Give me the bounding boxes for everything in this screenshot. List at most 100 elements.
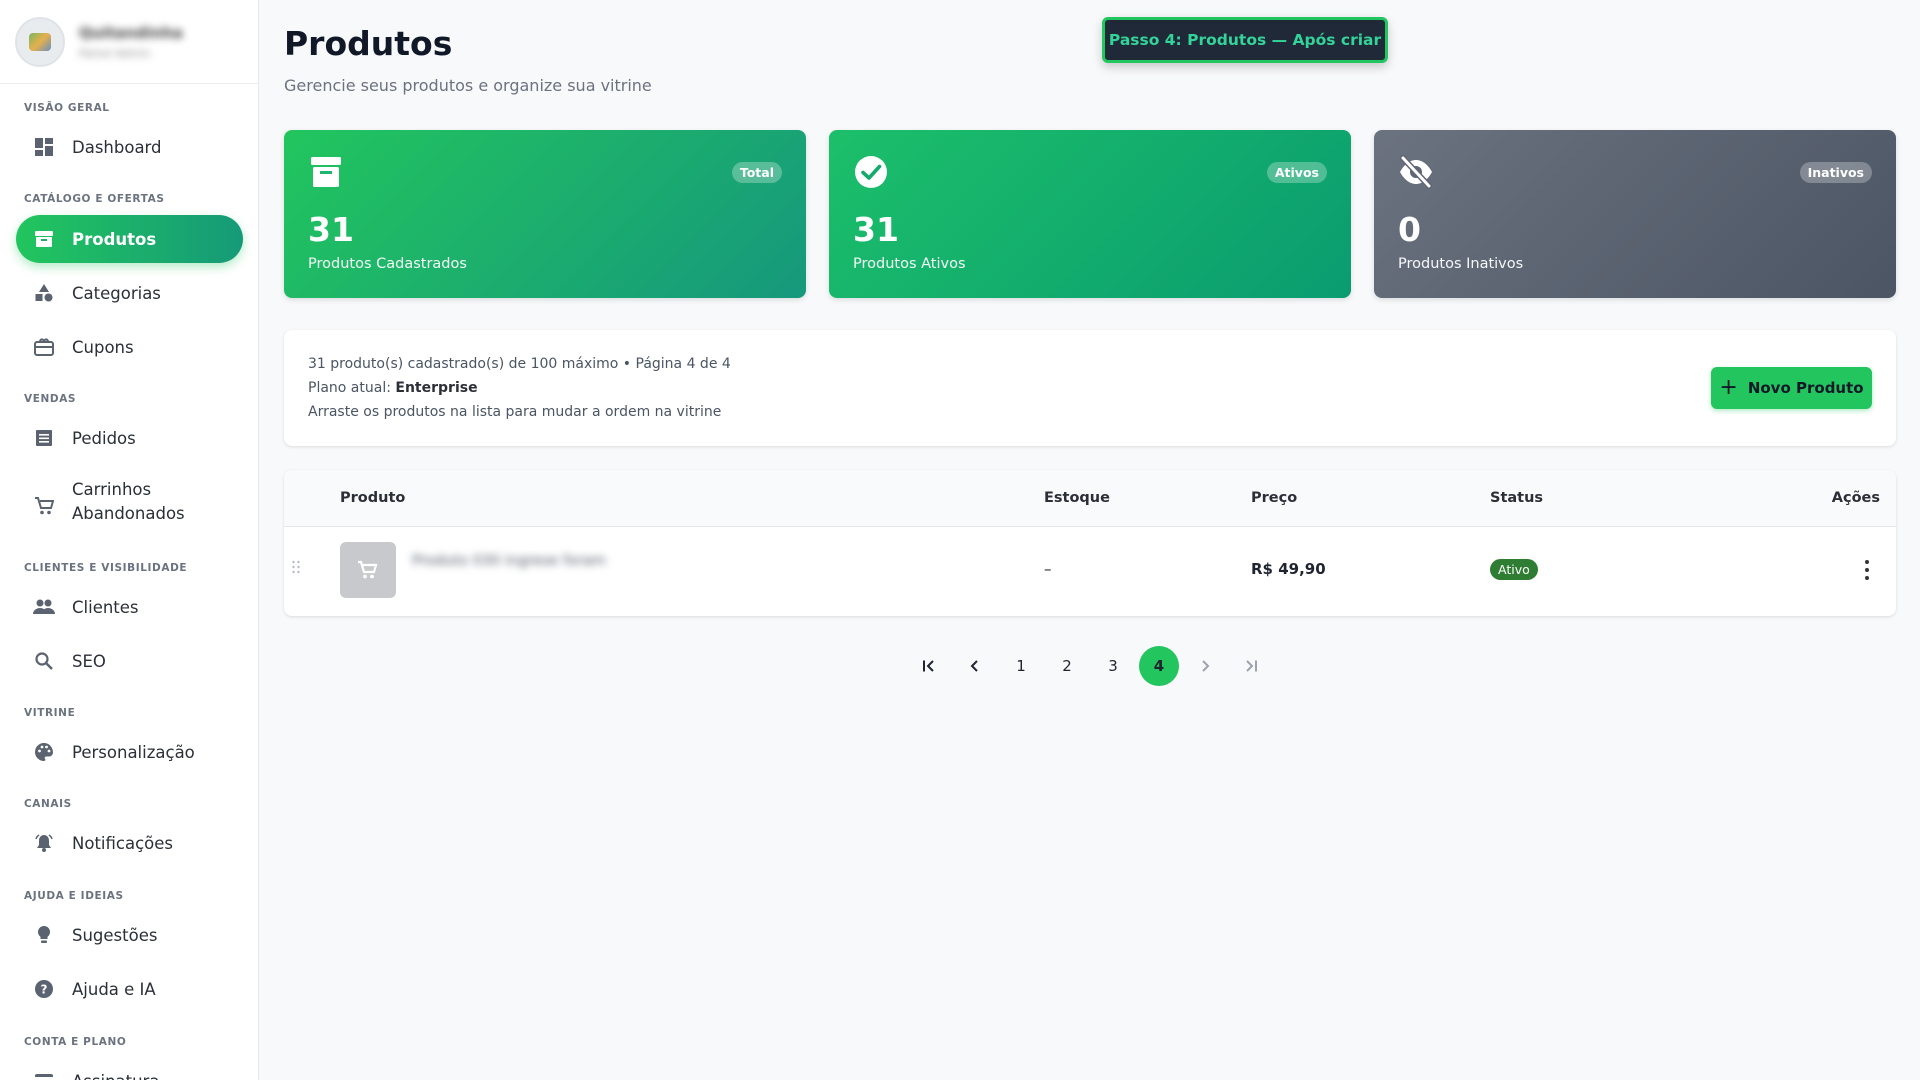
store-name: Quitandinha <box>79 23 183 42</box>
store-logo <box>29 32 51 51</box>
status-badge: Ativo <box>1490 559 1538 580</box>
sidebar-item-subscription[interactable]: Assinatura <box>16 1058 243 1080</box>
sidebar-item-help-ai[interactable]: ? Ajuda e IA <box>16 966 243 1012</box>
product-name[interactable]: Produto 030 ingrese foram <box>412 553 606 569</box>
section-title-help: AJUDA E IDEIAS <box>24 890 124 902</box>
stat-value: 31 <box>308 210 354 249</box>
sidebar-item-personalization[interactable]: Personalização <box>16 729 243 775</box>
stat-card-total: Total 31 Produtos Cadastrados <box>284 130 806 298</box>
first-page-icon <box>923 660 934 672</box>
palette-icon <box>32 740 56 764</box>
drag-handle-icon[interactable] <box>291 560 301 574</box>
page-button-4[interactable]: 4 <box>1139 646 1179 686</box>
sidebar-item-label: Sugestões <box>72 925 158 945</box>
archive-icon <box>32 227 56 251</box>
check-circle-icon <box>855 156 887 188</box>
next-page-button[interactable] <box>1185 646 1225 686</box>
sidebar-item-label: SEO <box>72 651 106 671</box>
column-header-actions: Ações <box>1831 490 1880 506</box>
last-page-button[interactable] <box>1231 646 1271 686</box>
sidebar-item-dashboard[interactable]: Dashboard <box>16 124 243 170</box>
product-thumbnail[interactable] <box>340 542 396 598</box>
lightbulb-icon <box>32 923 56 947</box>
page-button-1[interactable]: 1 <box>1001 646 1041 686</box>
stat-label: Produtos Ativos <box>853 256 966 272</box>
column-header-price[interactable]: Preço <box>1251 490 1297 506</box>
stat-badge: Total <box>731 162 782 183</box>
sidebar-item-categories[interactable]: Categorias <box>16 270 243 316</box>
last-page-icon <box>1246 660 1257 672</box>
section-title-overview: VISÃO GERAL <box>24 102 110 114</box>
products-table: Produto Estoque Preço Status Ações Produ… <box>284 470 1896 616</box>
product-stock: – <box>1044 560 1052 578</box>
section-title-sales: VENDAS <box>24 393 77 405</box>
sidebar-item-products[interactable]: Produtos <box>16 215 243 263</box>
page-button-2[interactable]: 2 <box>1047 646 1087 686</box>
column-header-status[interactable]: Status <box>1490 490 1543 506</box>
sidebar-item-label: Abandonados <box>72 504 185 523</box>
sidebar-item-label: Carrinhos <box>72 480 152 499</box>
sidebar-item-label: Notificações <box>72 833 173 853</box>
sidebar-item-label: Dashboard <box>72 137 162 157</box>
stat-label: Produtos Inativos <box>1398 256 1524 272</box>
store-avatar[interactable] <box>15 16 65 67</box>
sidebar-item-label: Categorias <box>72 283 161 303</box>
column-header-stock[interactable]: Estoque <box>1044 490 1110 506</box>
dashboard-icon <box>32 135 56 159</box>
sidebar-item-label: Produtos <box>72 229 157 249</box>
store-subtitle: Painel Admin <box>79 46 151 60</box>
table-header: Produto Estoque Preço Status Ações <box>284 470 1896 527</box>
sidebar-item-orders[interactable]: Pedidos <box>16 415 243 461</box>
stat-badge: Inativos <box>1799 162 1872 183</box>
sidebar-item-notifications[interactable]: Notificações <box>16 820 243 866</box>
step-banner: Passo 4: Produtos — Após criar <box>1102 17 1388 63</box>
sidebar-item-abandoned-carts[interactable]: Carrinhos Abandonados <box>16 478 243 534</box>
more-actions-icon[interactable] <box>1864 560 1870 580</box>
sidebar-item-label: Clientes <box>72 597 139 617</box>
section-title-showcase: VITRINE <box>24 707 76 719</box>
plan-value: Enterprise <box>395 380 478 396</box>
page-subtitle: Gerencie seus produtos e organize sua vi… <box>284 76 652 95</box>
section-title-account: CONTA E PLANO <box>24 1036 127 1048</box>
sidebar-item-label: Cupons <box>72 337 134 357</box>
product-count-info: 31 produto(s) cadastrado(s) de 100 máxim… <box>308 356 731 372</box>
pagination: 1 2 3 4 <box>284 646 1896 686</box>
sidebar-item-clients[interactable]: Clientes <box>16 584 243 630</box>
sidebar-item-suggestions[interactable]: Sugestões <box>16 912 243 958</box>
sidebar-item-label: Assinatura <box>72 1072 159 1080</box>
first-page-button[interactable] <box>909 646 949 686</box>
section-title-catalog: CATÁLOGO E OFERTAS <box>24 193 165 205</box>
new-product-label: Novo Produto <box>1747 379 1864 397</box>
sidebar-item-coupons[interactable]: Cupons <box>16 324 243 370</box>
eye-off-icon <box>1400 155 1432 189</box>
chevron-right-icon <box>1202 660 1210 672</box>
prev-page-button[interactable] <box>955 646 995 686</box>
sidebar-item-label: Pedidos <box>72 428 136 448</box>
sidebar-item-label: Personalização <box>72 742 195 762</box>
column-header-product[interactable]: Produto <box>340 490 405 506</box>
new-product-button[interactable]: + Novo Produto <box>1711 367 1872 409</box>
section-title-channels: CANAIS <box>24 798 72 810</box>
info-panel: 31 produto(s) cadastrado(s) de 100 máxim… <box>284 330 1896 446</box>
page-title: Produtos <box>284 24 453 63</box>
stat-value: 31 <box>853 210 899 249</box>
gift-card-icon <box>32 335 56 359</box>
search-icon <box>32 649 56 673</box>
cart-icon <box>358 560 378 579</box>
cart-icon <box>32 494 56 518</box>
product-price: R$ 49,90 <box>1251 560 1326 578</box>
help-circle-icon: ? <box>32 977 56 1001</box>
section-title-clients: CLIENTES E VISIBILIDADE <box>24 562 188 574</box>
plan-label: Plano atual: <box>308 380 396 396</box>
credit-card-icon <box>32 1069 56 1080</box>
stat-card-active: Ativos 31 Produtos Ativos <box>829 130 1351 298</box>
stat-badge: Ativos <box>1266 162 1327 183</box>
bell-icon <box>32 831 56 855</box>
page-button-3[interactable]: 3 <box>1093 646 1133 686</box>
sidebar-item-label: Ajuda e IA <box>72 979 156 999</box>
sidebar-item-seo[interactable]: SEO <box>16 638 243 684</box>
stat-label: Produtos Cadastrados <box>308 256 467 272</box>
stat-card-inactive: Inativos 0 Produtos Inativos <box>1374 130 1896 298</box>
plus-icon: + <box>1719 375 1738 400</box>
archive-icon <box>311 157 341 187</box>
